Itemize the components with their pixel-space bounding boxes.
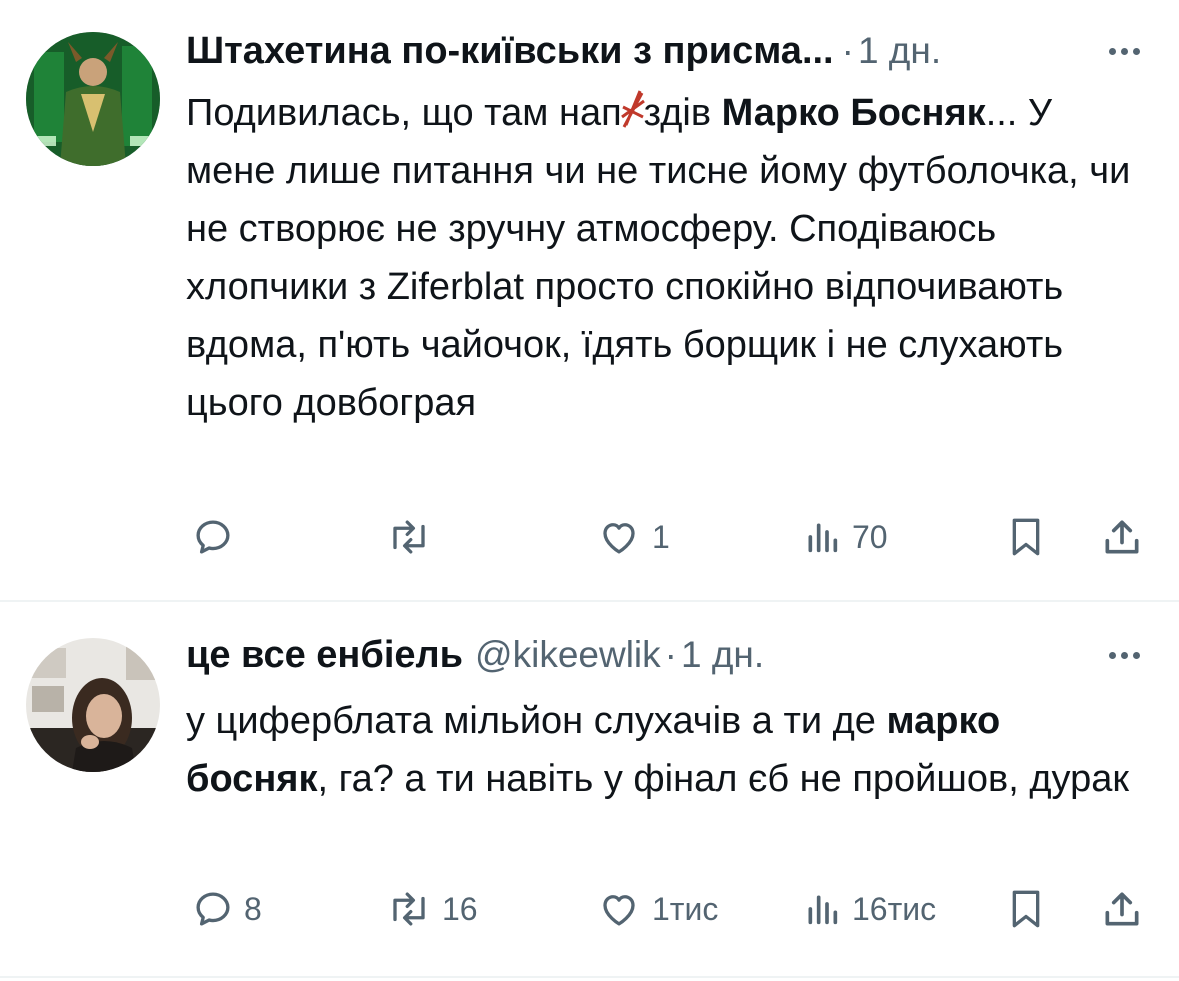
avatar-image [26, 32, 160, 166]
divider [0, 976, 1179, 978]
post-1[interactable]: Штахетина по-київськи з присма... · 1 дн… [0, 0, 1179, 600]
post-2[interactable]: це все енбіель @kikeewlik · 1 дн. у цифе… [0, 602, 1179, 977]
post-text-part: ... У мене лише питання чи не тисне йому… [186, 92, 1131, 424]
action-bar: 8 16 1тис 16тис [186, 884, 1149, 934]
display-name[interactable]: Штахетина по-київськи з присма... [186, 30, 834, 73]
post-header: це все енбіель @kikeewlik · 1 дн. [186, 634, 1149, 684]
reply-count: 8 [244, 890, 262, 927]
user-handle[interactable]: @kikeewlik [475, 634, 661, 676]
views-button[interactable]: 16тис [802, 884, 936, 934]
timestamp[interactable]: 1 дн. [681, 634, 764, 676]
separator-dot: · [841, 30, 854, 71]
display-name[interactable]: це все енбіель [186, 634, 463, 677]
like-icon [603, 895, 635, 926]
post-text-part: у циферблата мільйон слухачів а ти де [186, 700, 887, 742]
more-icon[interactable] [1099, 640, 1149, 670]
views-button[interactable]: 70 [802, 512, 888, 562]
bookmark-icon [1012, 518, 1040, 556]
like-count: 1тис [652, 890, 719, 927]
avatar[interactable] [26, 32, 160, 166]
like-count: 1 [652, 518, 670, 555]
more-icon[interactable] [1099, 36, 1149, 66]
scribble-icon [620, 90, 645, 128]
post-text-part: Подивилась, що там нап [186, 92, 622, 134]
timestamp[interactable]: 1 дн. [858, 30, 941, 72]
mentioned-name: Марко Босняк [721, 92, 986, 134]
bookmark-button[interactable] [1006, 884, 1046, 934]
action-bar: 1 70 [186, 512, 1149, 562]
reply-icon [196, 892, 230, 926]
scribbled-out-letters [620, 90, 645, 131]
avatar[interactable] [26, 638, 160, 772]
share-button[interactable] [1100, 884, 1144, 934]
reply-icon [196, 520, 230, 554]
share-icon [1105, 892, 1139, 926]
separator-dot: · [664, 634, 677, 675]
post-header: Штахетина по-київськи з присма... · 1 дн… [186, 30, 1149, 80]
post-text: у циферблата мільйон слухачів а ти де ма… [186, 692, 1139, 808]
share-button[interactable] [1100, 512, 1144, 562]
views-count: 16тис [852, 890, 937, 927]
like-icon [603, 523, 635, 554]
post-text-part: здів [643, 92, 722, 134]
repost-count: 16 [442, 890, 478, 927]
repost-button[interactable]: 16 [386, 884, 478, 934]
reply-button[interactable]: 8 [192, 884, 262, 934]
bookmark-icon [1012, 890, 1040, 928]
views-icon [808, 895, 838, 925]
repost-button[interactable] [386, 512, 442, 562]
share-icon [1105, 520, 1139, 554]
avatar-image [26, 638, 160, 772]
reply-button[interactable] [192, 512, 244, 562]
repost-icon [393, 520, 425, 554]
views-count: 70 [852, 518, 888, 555]
views-icon [808, 523, 838, 553]
repost-icon [393, 892, 425, 926]
post-text: Подивилась, що там нап здів Марко Босняк… [186, 84, 1139, 432]
like-button[interactable]: 1тис [596, 884, 718, 934]
post-text-part: , га? а ти навіть у фінал єб не пройшов,… [317, 758, 1129, 800]
bookmark-button[interactable] [1006, 512, 1046, 562]
like-button[interactable]: 1 [596, 512, 670, 562]
